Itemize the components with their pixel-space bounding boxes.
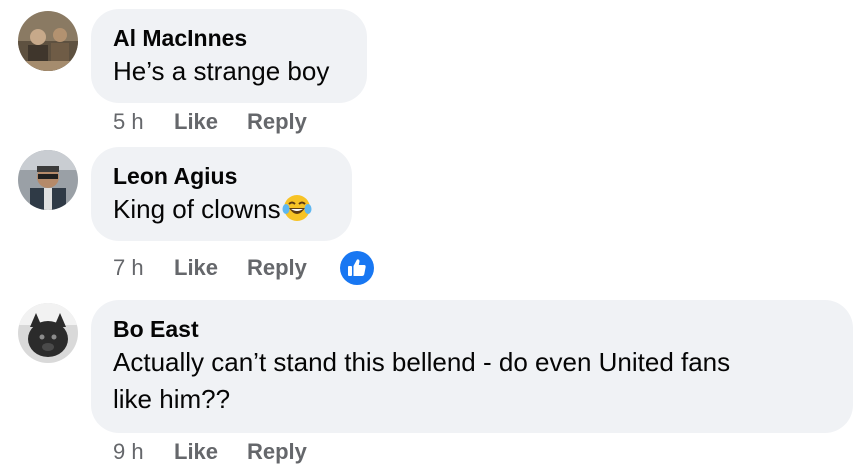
comment-text: He’s a strange boy <box>113 56 330 86</box>
comment-bubble: Leon Agius King of clowns <box>91 147 352 241</box>
comment-bubble: Bo East Actually can’t stand this bellen… <box>91 300 853 433</box>
comment-timestamp[interactable]: 9 h <box>113 437 144 467</box>
avatar-al-macinnes[interactable] <box>18 11 78 71</box>
comment-author[interactable]: Leon Agius <box>113 161 330 191</box>
avatar-bo-east[interactable] <box>18 303 78 363</box>
like-button[interactable]: Like <box>174 437 218 467</box>
reply-button[interactable]: Reply <box>247 253 307 283</box>
like-button[interactable]: Like <box>174 107 218 137</box>
comment-text-body: King of clowns <box>113 194 281 224</box>
reply-button[interactable]: Reply <box>247 107 307 137</box>
comment-text-line-2: like him?? <box>113 384 231 414</box>
reply-button[interactable]: Reply <box>247 437 307 467</box>
comment-author[interactable]: Bo East <box>113 314 831 344</box>
like-reaction-icon[interactable] <box>340 251 374 285</box>
comment-timestamp[interactable]: 7 h <box>113 253 144 283</box>
comment-bubble: Al MacInnes He’s a strange boy <box>91 9 367 103</box>
face-with-tears-of-joy-icon <box>282 193 312 223</box>
comment-timestamp[interactable]: 5 h <box>113 107 144 137</box>
comment-text-line-1: Actually can’t stand this bellend - do e… <box>113 347 731 377</box>
like-button[interactable]: Like <box>174 253 218 283</box>
avatar-leon-agius[interactable] <box>18 150 78 210</box>
comment-text: King of clowns <box>113 191 330 228</box>
comment-author[interactable]: Al MacInnes <box>113 23 345 53</box>
